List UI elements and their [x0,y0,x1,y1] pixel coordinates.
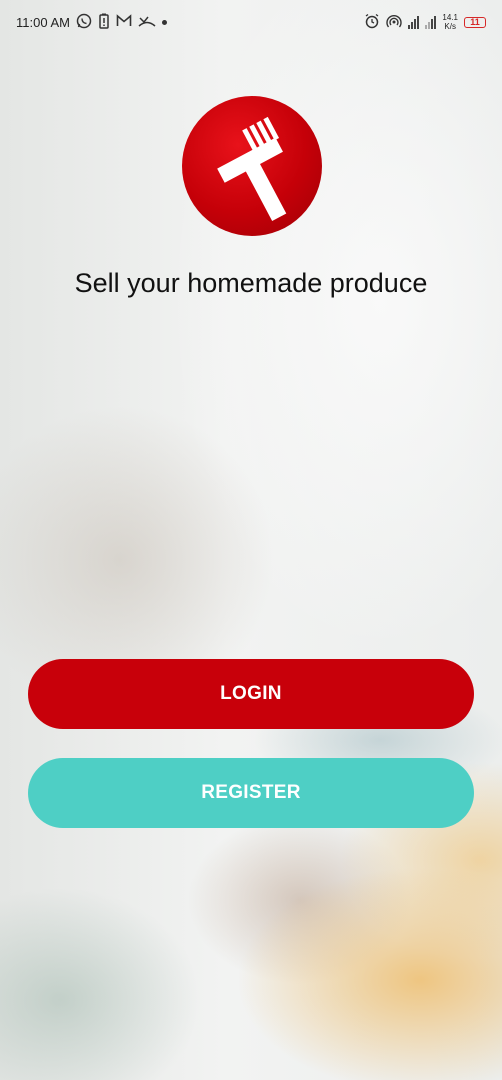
register-button-label: REGISTER [201,782,301,803]
battery-saver-icon [98,13,110,32]
status-bar: 11:00 AM 14.1 K/s 11 [0,0,502,44]
login-button-label: LOGIN [220,683,282,704]
status-time: 11:00 AM [16,14,70,30]
network-speed-value: 14.1 [442,13,458,22]
battery-indicator: 11 [464,16,486,28]
status-right: 14.1 K/s 11 [364,13,486,32]
fork-hammer-logo-icon [217,116,287,221]
battery-level: 11 [470,17,480,27]
network-speed: 14.1 K/s [442,13,458,31]
signal-icon [408,15,420,29]
login-button[interactable]: LOGIN [28,659,474,729]
hotspot-icon [386,13,403,32]
alarm-icon [364,13,380,32]
app-logo [182,96,322,236]
signal-2-icon [425,15,437,29]
gmail-icon [116,13,132,31]
missed-call-icon [138,14,156,31]
whatsapp-icon [76,13,92,32]
welcome-screen: 11:00 AM 14.1 K/s 11 Sell your homemade … [0,0,502,1080]
register-button[interactable]: REGISTER [28,758,474,828]
network-speed-unit: K/s [444,22,456,31]
more-notifications-dot [161,19,167,25]
status-left: 11:00 AM [16,13,167,32]
tagline: Sell your homemade produce [74,268,428,298]
